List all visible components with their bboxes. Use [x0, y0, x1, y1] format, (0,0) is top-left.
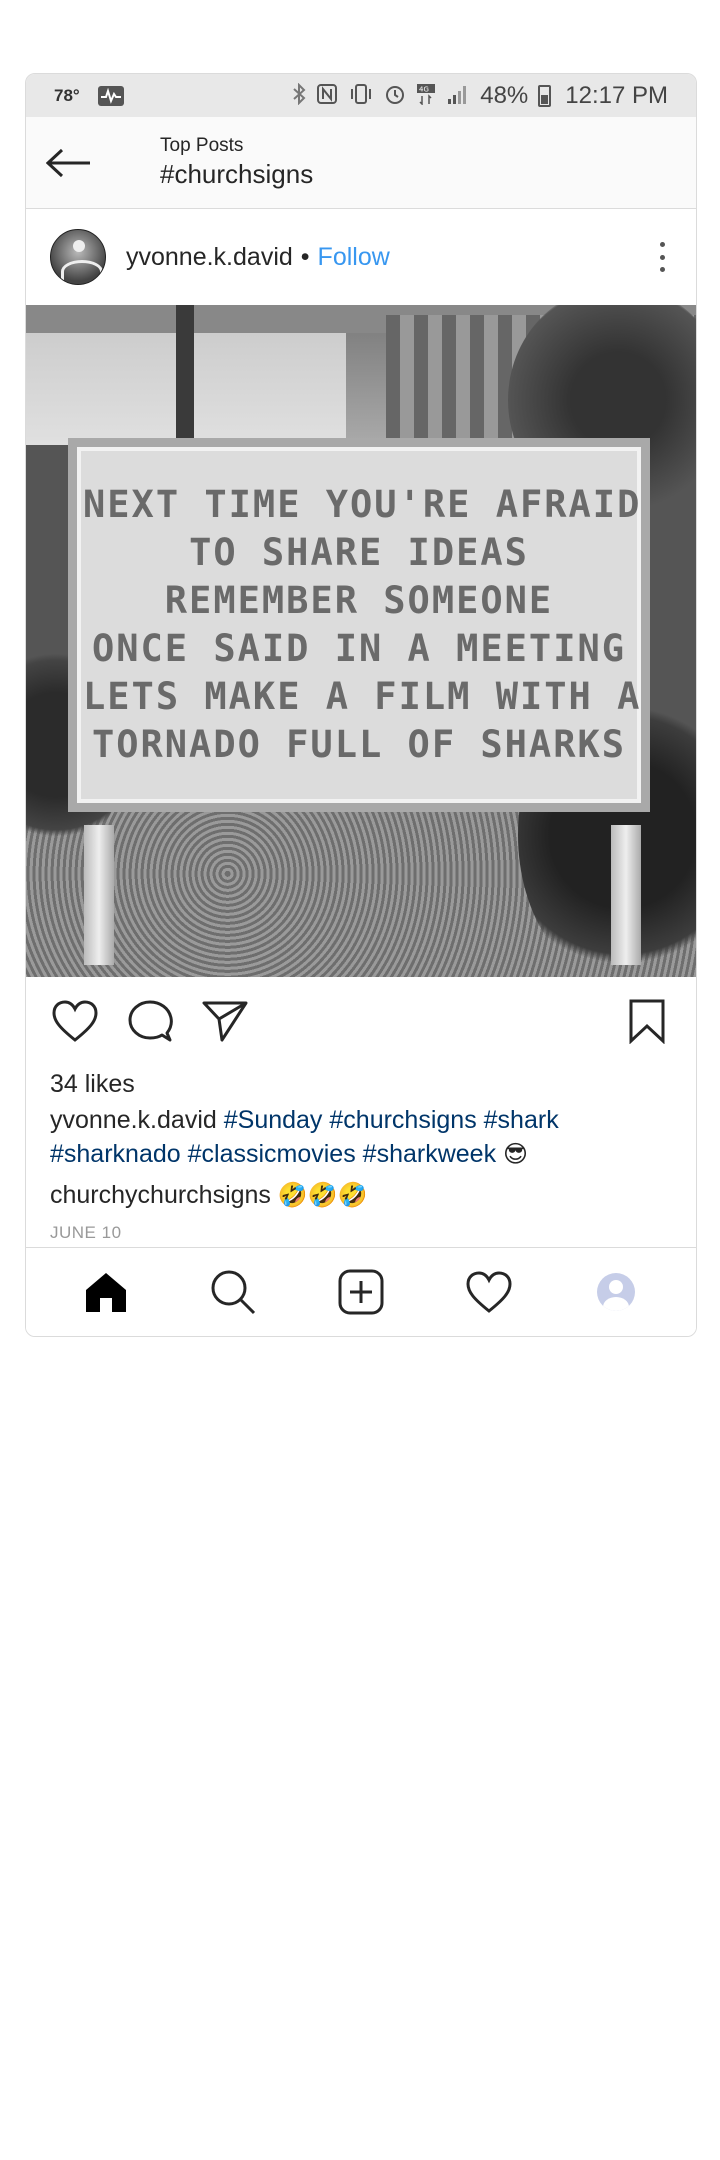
post-username[interactable]: yvonne.k.david: [126, 243, 293, 272]
sign-line: ONCE SAID IN A MEETING: [91, 627, 627, 670]
hashtag[interactable]: #churchsigns: [329, 1106, 476, 1134]
comment-username[interactable]: churchychurchsigns: [50, 1181, 271, 1209]
hashtag[interactable]: #sharknado: [50, 1140, 181, 1168]
svg-text:4G: 4G: [419, 85, 429, 93]
add-icon: [338, 1269, 384, 1315]
home-icon: [85, 1273, 126, 1312]
hashtag[interactable]: #classicmovies: [188, 1140, 356, 1168]
post-date: JUNE 10: [50, 1223, 122, 1242]
nav-add[interactable]: [331, 1262, 391, 1322]
app-window: 78° 4G 48% 12:17 PM Top Posts #churchsig…: [25, 73, 697, 1337]
sign-line: TO SHARE IDEAS: [189, 531, 529, 574]
sunglasses-emoji: 😎: [503, 1140, 529, 1168]
back-button[interactable]: [44, 143, 94, 183]
battery-icon: [538, 84, 552, 107]
comment-row: churchychurchsigns 🤣🤣🤣: [26, 1178, 696, 1212]
comment-icon: [128, 1000, 173, 1042]
caption-username[interactable]: yvonne.k.david: [50, 1106, 217, 1134]
back-arrow-icon: [46, 148, 90, 177]
post-photo[interactable]: NEXT TIME YOU'RE AFRAID TO SHARE IDEAS R…: [26, 305, 696, 977]
likes-count[interactable]: 34 likes: [26, 1065, 696, 1103]
save-button[interactable]: [622, 996, 672, 1046]
bluetooth-icon: [292, 82, 306, 109]
page-title: #churchsigns: [160, 159, 314, 189]
nav-profile[interactable]: [586, 1262, 646, 1322]
more-dot: [659, 242, 665, 247]
more-dot: [659, 267, 665, 272]
nav-home[interactable]: [76, 1262, 136, 1322]
hashtag[interactable]: #shark: [484, 1106, 559, 1134]
share-button[interactable]: [200, 996, 250, 1046]
hashtag[interactable]: #Sunday: [224, 1106, 323, 1134]
post-caption: yvonne.k.david #Sunday #churchsigns #sha…: [26, 1103, 696, 1171]
separator-dot: •: [300, 242, 310, 271]
more-options-button[interactable]: [652, 237, 672, 277]
send-icon: [202, 1001, 248, 1042]
pulse-icon: [97, 85, 124, 106]
status-bar: 78° 4G 48% 12:17 PM: [26, 74, 696, 117]
sign-line: REMEMBER SOMEONE: [164, 579, 554, 622]
sign-leg-left: [84, 825, 114, 965]
search-icon: [211, 1270, 256, 1315]
activity-heart-icon: [466, 1271, 512, 1313]
nav-search[interactable]: [203, 1262, 263, 1322]
nfc-icon: [316, 83, 338, 109]
4g-icon: 4G: [416, 83, 436, 109]
like-button[interactable]: [50, 996, 100, 1046]
laughing-emoji: 🤣🤣🤣: [277, 1181, 368, 1209]
alarm-icon: [384, 83, 406, 109]
app-header: Top Posts #churchsigns: [26, 117, 696, 209]
church-sign: NEXT TIME YOU'RE AFRAID TO SHARE IDEAS R…: [68, 438, 650, 812]
signal-icon: [446, 83, 470, 109]
photo-beam: [176, 305, 194, 445]
post-actions: [26, 977, 696, 1065]
comment-button[interactable]: [125, 996, 175, 1046]
more-dot: [659, 254, 665, 260]
battery-percent: 48%: [480, 81, 529, 109]
hashtag[interactable]: #sharkweek: [363, 1140, 496, 1168]
vibrate-icon: [348, 83, 374, 109]
bookmark-icon: [629, 999, 665, 1044]
header-subtitle: Top Posts: [160, 135, 244, 156]
sign-line: LETS MAKE A FILM WITH A: [83, 675, 642, 718]
profile-avatar: [597, 1273, 636, 1311]
clock: 12:17 PM: [565, 81, 668, 109]
nav-activity[interactable]: [459, 1262, 519, 1322]
temperature-text: 78°: [54, 85, 80, 105]
sign-line: TORNADO FULL OF SHARKS: [91, 723, 627, 766]
sign-line: NEXT TIME YOU'RE AFRAID: [83, 483, 642, 526]
sign-leg-right: [611, 825, 641, 965]
post-header: yvonne.k.david • Follow: [26, 209, 696, 305]
heart-icon: [52, 1000, 98, 1042]
avatar[interactable]: [50, 229, 106, 285]
bottom-nav: [26, 1247, 696, 1336]
follow-button[interactable]: Follow: [318, 243, 390, 272]
